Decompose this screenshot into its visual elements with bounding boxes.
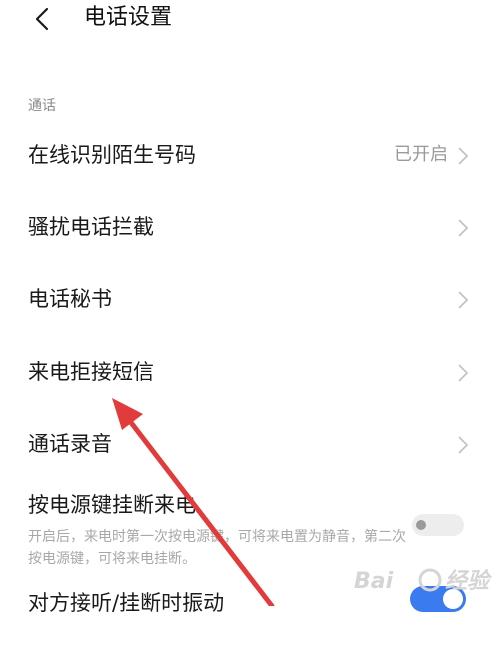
section-label: 通话 <box>28 98 56 114</box>
row-call-recording[interactable]: 通话录音 <box>0 409 500 481</box>
row-label: 按电源键挂断来电 <box>28 493 196 517</box>
row-phone-secretary[interactable]: 电话秘书 <box>0 264 500 336</box>
header: 电话设置 <box>0 0 500 40</box>
power-key-toggle[interactable] <box>412 514 464 536</box>
page-title: 电话设置 <box>84 5 173 30</box>
chevron-right-icon <box>458 219 469 237</box>
toggle-knob <box>416 520 426 530</box>
chevron-left-icon <box>35 7 49 31</box>
back-button[interactable] <box>28 4 58 34</box>
row-label: 在线识别陌生号码 <box>28 143 196 167</box>
chevron-right-icon <box>458 147 469 165</box>
chevron-right-icon <box>458 364 469 382</box>
watermark-text-2: 经验 <box>445 568 492 594</box>
watermark-logo: Bai 经验 <box>354 568 492 594</box>
watermark-text: Bai <box>354 569 394 594</box>
row-label: 电话秘书 <box>28 287 112 311</box>
row-label: 来电拒接短信 <box>28 360 154 384</box>
chevron-right-icon <box>458 291 469 309</box>
row-label: 通话录音 <box>28 432 112 456</box>
row-online-identify[interactable]: 在线识别陌生号码 已开启 <box>0 120 500 192</box>
status-value: 已开启 <box>394 144 448 165</box>
row-label: 对方接听/挂断时振动 <box>28 591 225 615</box>
chevron-right-icon <box>458 436 469 454</box>
row-reject-sms[interactable]: 来电拒接短信 <box>0 337 500 409</box>
row-harass-block[interactable]: 骚扰电话拦截 <box>0 192 500 264</box>
row-label: 骚扰电话拦截 <box>28 215 154 239</box>
